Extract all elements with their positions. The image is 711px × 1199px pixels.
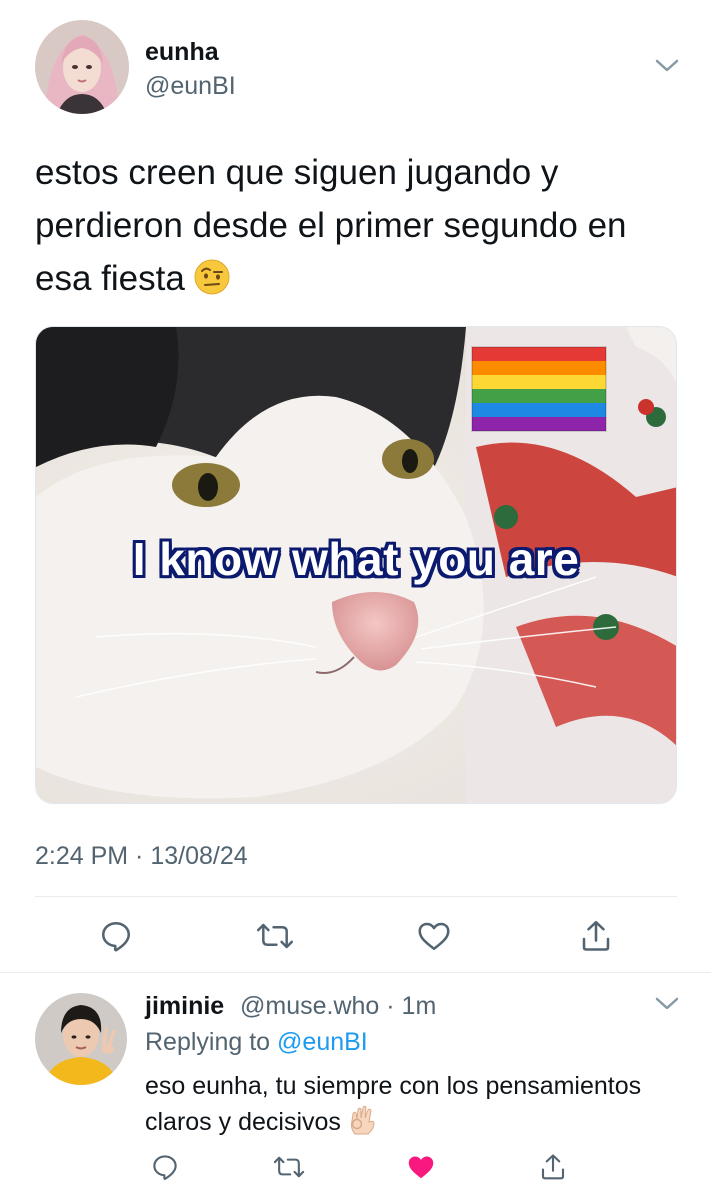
author-name[interactable]: eunha (145, 38, 219, 67)
retweet-button[interactable] (255, 916, 295, 956)
reply-author-name[interactable]: jiminie (145, 992, 224, 1021)
retweet-icon (273, 1156, 305, 1178)
divider (0, 972, 711, 973)
image-caption: I know what you are (132, 533, 580, 585)
rainbow-flag-icon (471, 346, 607, 432)
reply-icon (101, 921, 131, 952)
reply-icon (153, 1155, 177, 1180)
share-button[interactable] (576, 916, 616, 956)
raised-eyebrow-emoji-icon (193, 258, 231, 311)
reply-button[interactable] (148, 1150, 182, 1184)
reply-author-avatar[interactable] (35, 993, 127, 1085)
chevron-down-icon[interactable] (653, 994, 681, 1014)
replying-to: Replying to @eunBI (145, 1028, 368, 1057)
share-button[interactable] (536, 1150, 570, 1184)
tweet-text-content: estos creen que siguen jugando y perdier… (35, 153, 627, 298)
reply-text-content: eso eunha, tu siempre con los pensamient… (145, 1072, 642, 1136)
retweet-button[interactable] (272, 1150, 306, 1184)
main-tweet: eunha @eunBI estos creen que siguen juga… (0, 0, 711, 972)
divider (35, 896, 677, 897)
retweet-icon (256, 923, 294, 949)
chevron-down-icon[interactable] (653, 56, 681, 76)
reply-author-handle[interactable]: @muse.who · 1m (240, 992, 436, 1021)
like-button[interactable] (414, 916, 454, 956)
like-button[interactable] (404, 1150, 438, 1184)
reply-button[interactable] (96, 916, 136, 956)
author-avatar[interactable] (35, 20, 129, 114)
ok-hand-emoji-icon (347, 1104, 377, 1146)
reply-text: eso eunha, tu siempre con los pensamient… (145, 1068, 665, 1146)
tweet-text: estos creen que siguen jugando y perdier… (35, 146, 685, 311)
tweet-timestamp[interactable]: 2:24 PM · 13/08/24 (35, 842, 248, 871)
share-icon (541, 1154, 565, 1180)
tweet-image[interactable]: I know what you are (35, 326, 677, 804)
share-icon (582, 920, 610, 951)
like-icon (418, 922, 450, 951)
replying-prefix: Replying to (145, 1028, 278, 1056)
liked-heart-icon (408, 1156, 434, 1179)
replying-to-link[interactable]: @eunBI (277, 1028, 368, 1056)
author-handle[interactable]: @eunBI (145, 72, 236, 101)
